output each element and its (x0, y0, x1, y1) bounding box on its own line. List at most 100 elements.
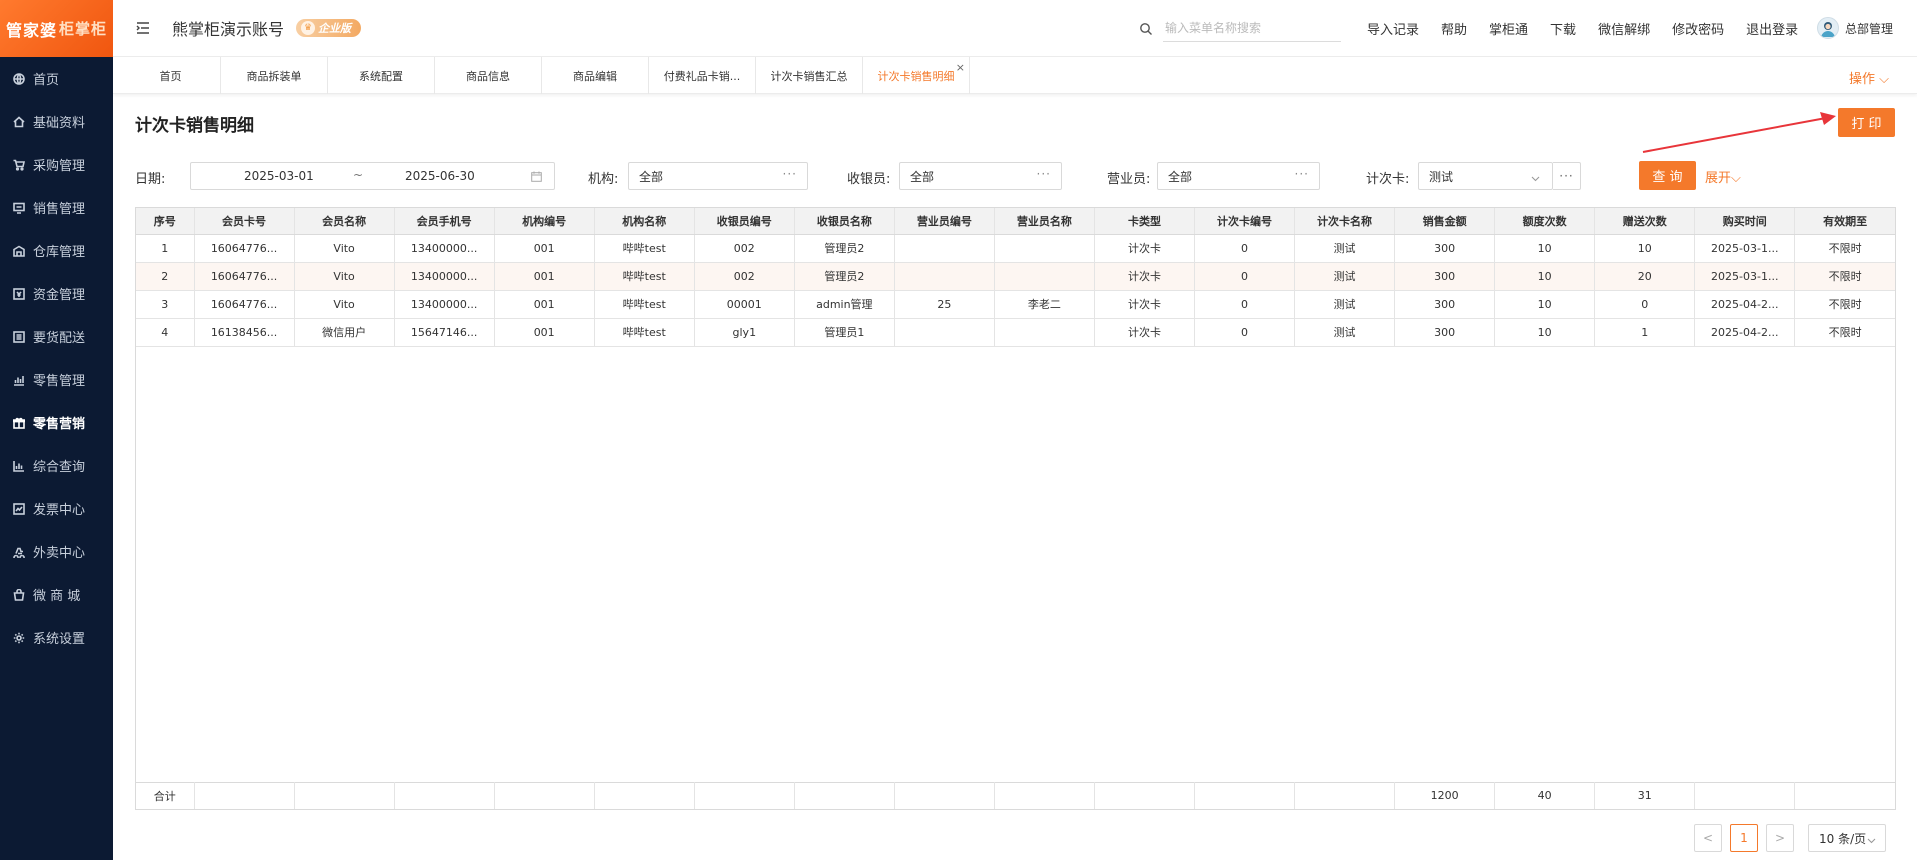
header-link-6[interactable]: 修改密码 (1672, 19, 1724, 38)
column-header[interactable]: 赠送次数 (1594, 208, 1696, 235)
column-header[interactable]: 收银员名称 (794, 208, 895, 235)
sidebar-item-12[interactable]: 外卖中心 (0, 530, 113, 573)
column-header[interactable]: 额度次数 (1494, 208, 1596, 235)
card-more-button[interactable]: ··· (1553, 162, 1581, 190)
summary-cell (394, 782, 495, 809)
page-1-button[interactable]: 1 (1730, 824, 1758, 852)
column-header[interactable]: 销售金额 (1394, 208, 1496, 235)
org-select[interactable]: 全部 ··· (628, 162, 808, 190)
column-header[interactable]: 会员手机号 (394, 208, 495, 235)
calendar-icon (531, 171, 542, 182)
filter-bar: 日期: 2025-03-01 ~ 2025-06-30 机构: 全部 ··· 收… (135, 162, 1895, 190)
table-cell: 001 (494, 318, 595, 347)
more-icon[interactable]: ··· (1295, 167, 1309, 181)
table-cell (894, 262, 995, 291)
table-row[interactable]: 4 16138456... 微信用户 15647146... 001 哔哔test gly1… (136, 318, 1895, 347)
column-header[interactable]: 营业员名称 (994, 208, 1095, 235)
table-row[interactable]: 3 16064776... Vito 13400000... 001 哔哔test 0000… (136, 290, 1895, 319)
sidebar-item-11[interactable]: 发票中心 (0, 487, 113, 530)
next-page-button[interactable]: > (1766, 824, 1794, 852)
search-icon[interactable] (1139, 22, 1153, 36)
gift-icon (12, 416, 26, 430)
menu-search-input[interactable] (1163, 15, 1341, 42)
header-link-1[interactable]: 导入记录 (1367, 19, 1419, 38)
table-cell: 测试 (1294, 234, 1396, 263)
column-header[interactable]: 序号 (136, 208, 195, 235)
date-end[interactable]: 2025-06-30 (405, 169, 475, 183)
logo-sub-text: 柜掌柜 (59, 20, 108, 38)
sidebar-item-7[interactable]: 要货配送 (0, 315, 113, 358)
app-logo[interactable]: 管家婆 柜掌柜 (0, 0, 113, 57)
column-header[interactable]: 购买时间 (1694, 208, 1796, 235)
summary-cell (1694, 782, 1796, 809)
summary-cell (1795, 782, 1895, 809)
sidebar-item-14[interactable]: 系统设置 (0, 616, 113, 659)
table-cell: 1 (136, 234, 195, 263)
sidebar-item-8[interactable]: 零售管理 (0, 358, 113, 401)
table-cell: 13400000... (394, 290, 495, 319)
tab-8[interactable]: 计次卡销售明细 × (863, 57, 970, 94)
tab-operations-menu[interactable]: 操作 ⌵ (1849, 68, 1889, 87)
tab-2[interactable]: 商品拆装单 (221, 57, 328, 94)
table-cell: 哔哔test (594, 234, 695, 263)
column-header[interactable]: 会员名称 (294, 208, 395, 235)
column-header[interactable]: 会员卡号 (194, 208, 295, 235)
user-menu[interactable]: 总部管理 (1816, 17, 1893, 39)
menu-toggle-icon[interactable] (136, 21, 150, 35)
tab-4[interactable]: 商品信息 (435, 57, 542, 94)
sidebar-item-9[interactable]: 零售营销 (0, 401, 113, 444)
tab-label: 首页 (159, 69, 182, 83)
clerk-label: 营业员: (1107, 172, 1151, 187)
clerk-select[interactable]: 全部 ··· (1157, 162, 1320, 190)
more-icon[interactable]: ··· (783, 167, 797, 181)
tab-6[interactable]: 付费礼品卡销... (649, 57, 756, 94)
tab-5[interactable]: 商品编辑 (542, 57, 649, 94)
date-range-picker[interactable]: 2025-03-01 ~ 2025-06-30 (190, 162, 555, 190)
column-header[interactable]: 机构名称 (594, 208, 695, 235)
table-cell: 0 (1194, 290, 1296, 319)
edition-badge: ♛ 企业版 (296, 19, 362, 37)
table-summary: 合计 1200 40 31 (136, 781, 1895, 809)
tab-7[interactable]: 计次卡销售汇总 (756, 57, 863, 94)
column-header[interactable]: 营业员编号 (894, 208, 995, 235)
avatar[interactable] (1816, 17, 1839, 39)
sidebar-item-6[interactable]: 资金管理 (0, 272, 113, 315)
prev-page-button[interactable]: < (1694, 824, 1722, 852)
print-button[interactable]: 打 印 (1838, 108, 1895, 137)
sidebar-item-2[interactable]: 基础资料 (0, 100, 113, 143)
column-header[interactable]: 机构编号 (494, 208, 595, 235)
card-select[interactable]: 测试 (1418, 162, 1553, 190)
sidebar-item-label: 发票中心 (33, 503, 86, 518)
sidebar-item-4[interactable]: 销售管理 (0, 186, 113, 229)
table-row[interactable]: 2 16064776... Vito 13400000... 001 哔哔test 002 管… (136, 262, 1895, 291)
tab-3[interactable]: 系统配置 (328, 57, 435, 94)
date-start[interactable]: 2025-03-01 (244, 169, 314, 183)
summary-cell (894, 782, 995, 809)
logo-main-text: 管家婆 (5, 20, 57, 40)
crown-icon: ♛ (301, 21, 316, 35)
column-header[interactable]: 卡类型 (1094, 208, 1196, 235)
header-link-3[interactable]: 掌柜通 (1489, 19, 1528, 38)
page-size-select[interactable]: 10 条/页 (1808, 824, 1886, 852)
sidebar-item-3[interactable]: 采购管理 (0, 143, 113, 186)
header-link-7[interactable]: 退出登录 (1746, 19, 1798, 38)
more-icon[interactable]: ··· (1037, 167, 1051, 181)
sidebar-item-10[interactable]: 综合查询 (0, 444, 113, 487)
query-button[interactable]: 查 询 (1639, 161, 1696, 190)
sidebar-item-5[interactable]: 仓库管理 (0, 229, 113, 272)
cashier-select[interactable]: 全部 ··· (899, 162, 1062, 190)
header-link-4[interactable]: 下载 (1550, 19, 1576, 38)
column-header[interactable]: 收银员编号 (694, 208, 795, 235)
header-link-2[interactable]: 帮助 (1441, 19, 1467, 38)
column-header[interactable]: 有效期至 (1794, 208, 1895, 235)
sidebar-item-1[interactable]: 首页 (0, 57, 113, 100)
column-header[interactable]: 计次卡编号 (1194, 208, 1296, 235)
sidebar-item-13[interactable]: 微 商 城 (0, 573, 113, 616)
table-row[interactable]: 1 16064776... Vito 13400000... 001 哔哔test 002 管… (136, 234, 1895, 263)
tab-1[interactable]: 首页 (121, 57, 221, 94)
expand-filters-toggle[interactable]: 展开⌵ (1705, 167, 1741, 186)
column-header[interactable]: 计次卡名称 (1294, 208, 1396, 235)
header-link-5[interactable]: 微信解绑 (1598, 19, 1650, 38)
sidebar-item-label: 零售管理 (33, 374, 86, 389)
close-icon[interactable]: × (956, 61, 965, 74)
